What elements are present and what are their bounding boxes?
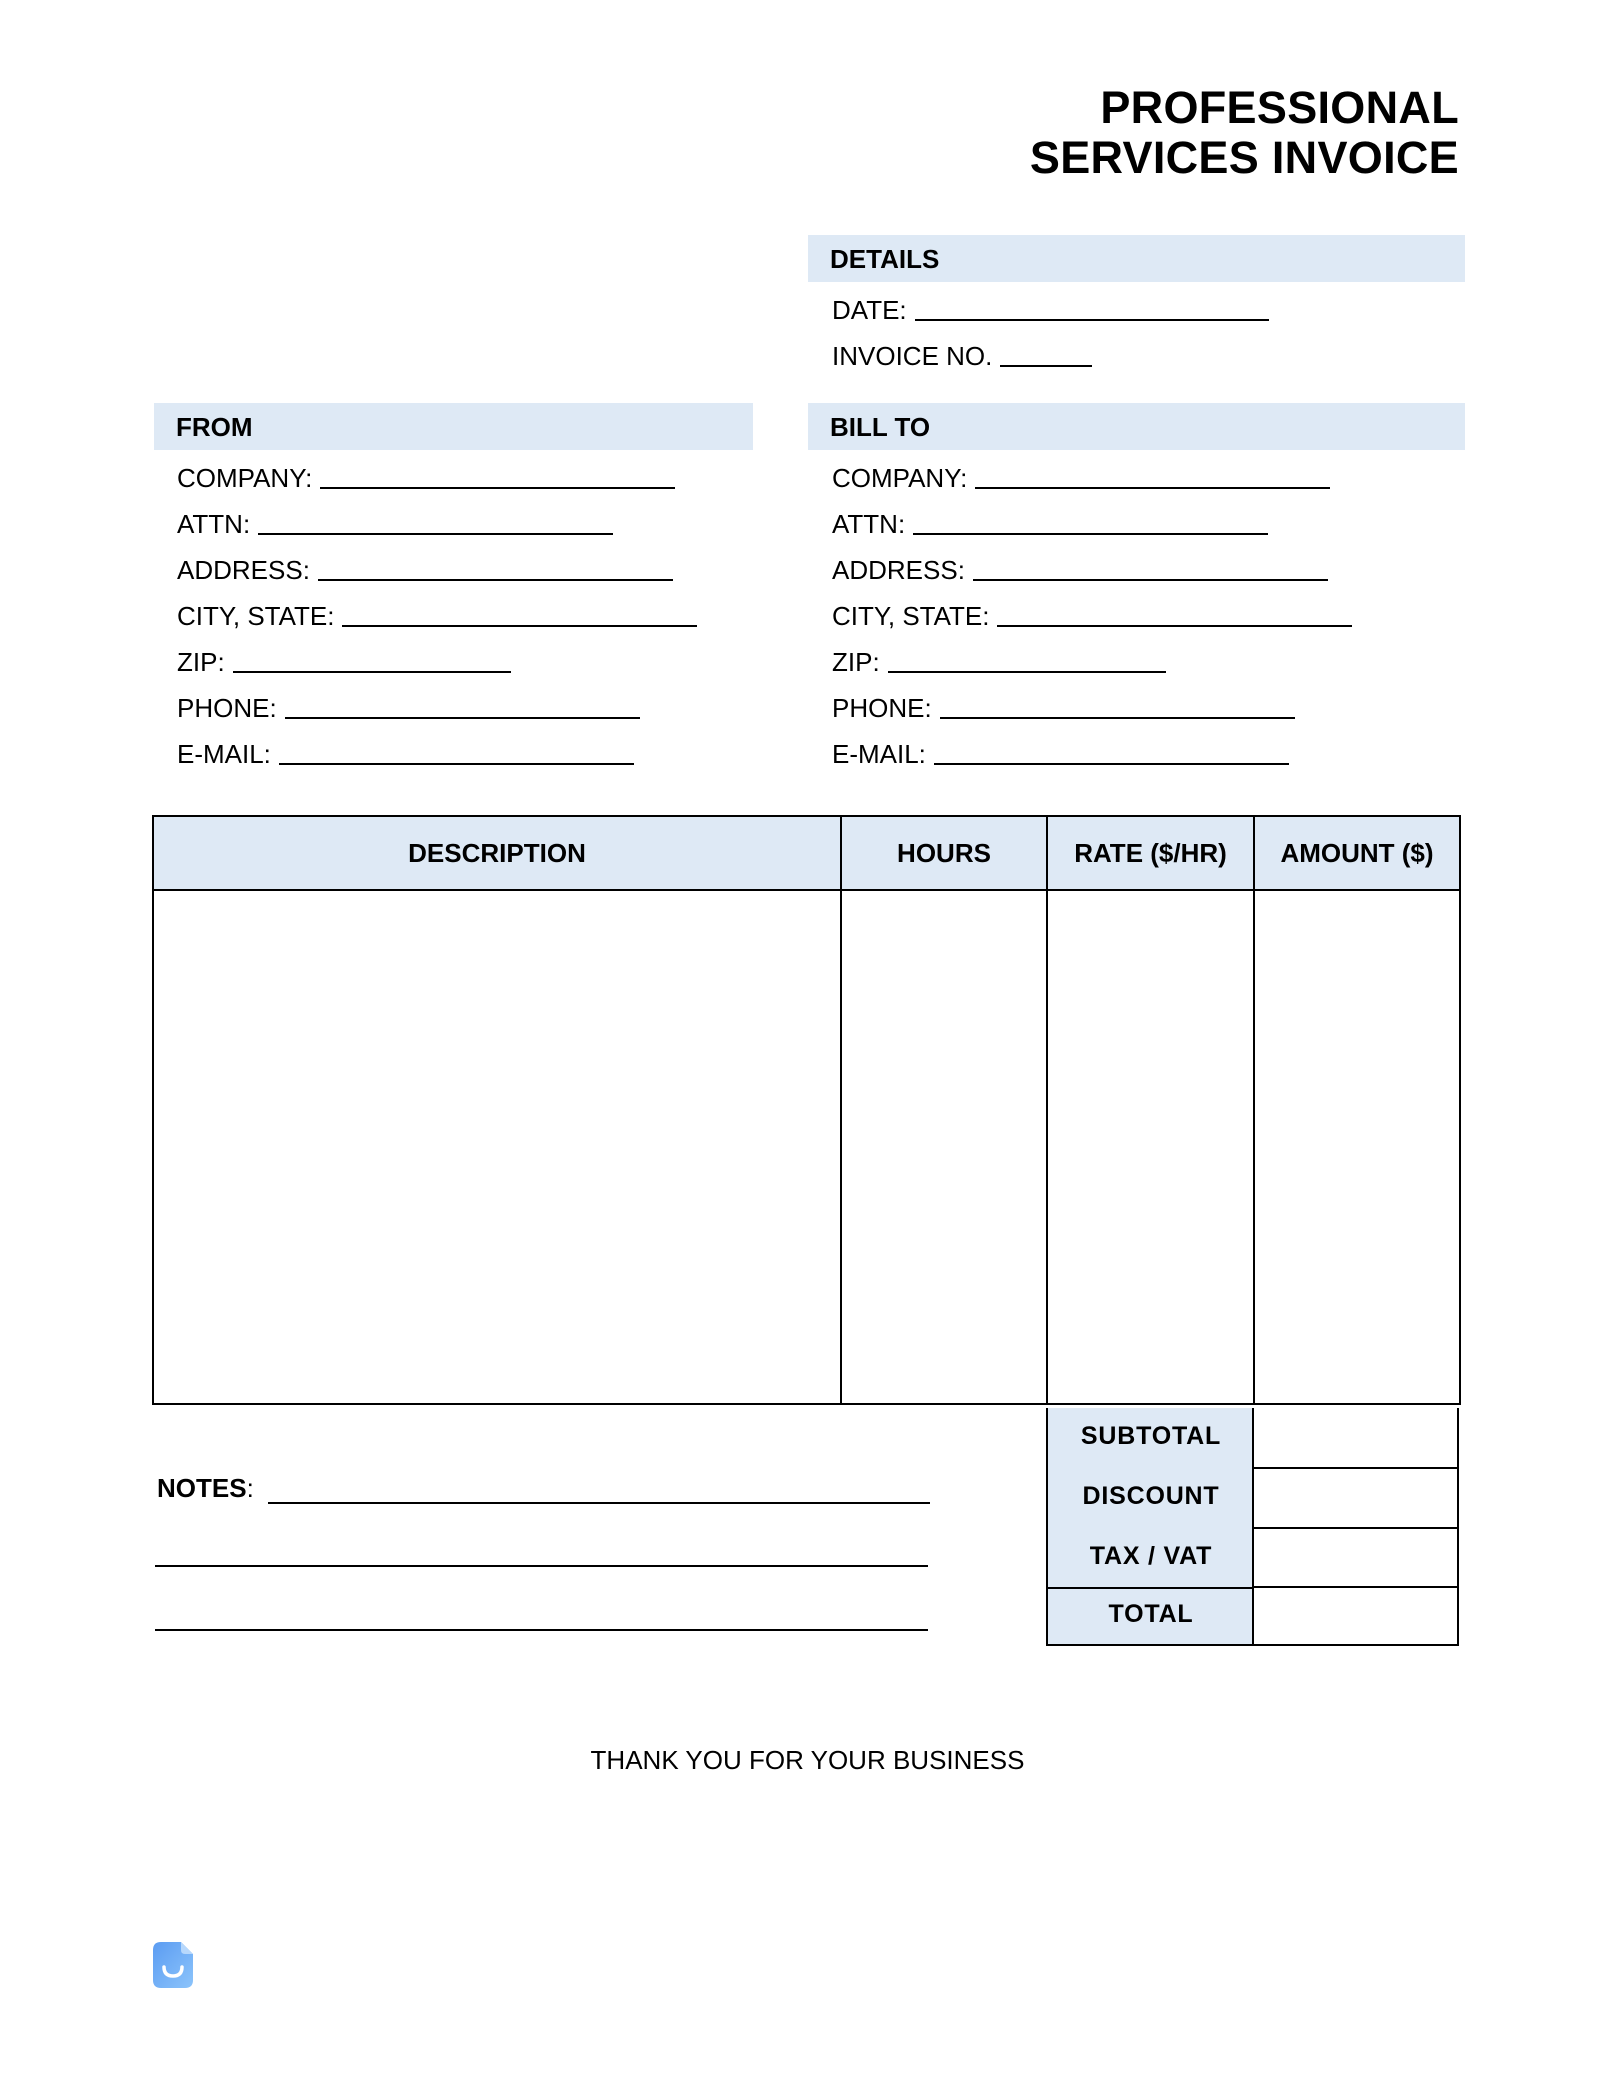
column-header-amount: AMOUNT ($) (1253, 815, 1461, 891)
column-header-hours: HOURS (840, 815, 1048, 891)
thank-you-message: THANK YOU FOR YOUR BUSINESS (590, 1745, 1025, 1775)
from-heading: FROM (176, 412, 253, 442)
total-label: TOTAL (1108, 1600, 1194, 1628)
bill-to-zip-label: ZIP: (832, 647, 880, 677)
from-company-label: COMPANY: (177, 463, 313, 493)
from-city-state-label: CITY, STATE: (177, 601, 335, 631)
bill-to-header: BILL TO (808, 403, 1465, 450)
from-attn-field: ATTN: (177, 496, 614, 542)
bill-to-zip-input[interactable] (887, 671, 1166, 673)
details-heading: DETAILS (830, 244, 940, 274)
notes-label-group: NOTES: (157, 1473, 254, 1504)
from-zip-input[interactable] (232, 671, 511, 673)
bill-to-phone-label: PHONE: (832, 693, 932, 723)
bill-to-attn-label: ATTN: (832, 509, 906, 539)
total-divider (1048, 1587, 1254, 1589)
from-company-field: COMPANY: (177, 450, 676, 496)
table-header-row: DESCRIPTION HOURS RATE ($/HR) AMOUNT ($) (152, 815, 1461, 891)
totals-label-column: SUBTOTAL DISCOUNT TAX / VAT TOTAL (1046, 1408, 1254, 1646)
invoice-title-line2: SERVICES INVOICE (1029, 132, 1459, 183)
notes-line-2[interactable] (155, 1565, 928, 1567)
bill-to-city-state-field: CITY, STATE: (832, 588, 1353, 634)
invoice-no-label: INVOICE NO. (832, 341, 993, 371)
invoice-title-line1: PROFESSIONAL (1100, 82, 1459, 133)
bill-to-phone-input[interactable] (939, 717, 1295, 719)
bill-to-email-field: E-MAIL: (832, 726, 1289, 772)
total-value[interactable] (1254, 1588, 1457, 1644)
date-field: DATE: (832, 282, 1269, 328)
from-address-label: ADDRESS: (177, 555, 310, 585)
subtotal-value[interactable] (1254, 1408, 1457, 1469)
description-cell[interactable] (152, 889, 842, 1405)
from-attn-input[interactable] (258, 533, 614, 535)
bill-to-address-label: ADDRESS: (832, 555, 965, 585)
bill-to-address-input[interactable] (972, 579, 1328, 581)
bill-to-attn-field: ATTN: (832, 496, 1269, 542)
bill-to-city-state-label: CITY, STATE: (832, 601, 990, 631)
bill-to-heading: BILL TO (830, 412, 931, 442)
from-attn-label: ATTN: (177, 509, 251, 539)
from-company-input[interactable] (320, 487, 676, 489)
hours-cell[interactable] (840, 889, 1048, 1405)
bill-to-phone-field: PHONE: (832, 680, 1295, 726)
bill-to-company-label: COMPANY: (832, 463, 968, 493)
bill-to-email-label: E-MAIL: (832, 739, 926, 769)
table-row (152, 889, 1461, 1405)
notes-line-1[interactable] (268, 1502, 930, 1504)
from-phone-label: PHONE: (177, 693, 277, 723)
column-header-description: DESCRIPTION (152, 815, 842, 891)
from-email-input[interactable] (278, 763, 634, 765)
bill-to-email-input[interactable] (933, 763, 1289, 765)
invoice-no-input[interactable] (1000, 365, 1093, 367)
column-header-rate: RATE ($/HR) (1046, 815, 1255, 891)
amount-cell[interactable] (1253, 889, 1461, 1405)
line-items-table: DESCRIPTION HOURS RATE ($/HR) AMOUNT ($) (152, 815, 1461, 1405)
from-email-field: E-MAIL: (177, 726, 634, 772)
bill-to-company-input[interactable] (975, 487, 1331, 489)
bill-to-attn-input[interactable] (913, 533, 1269, 535)
from-zip-field: ZIP: (177, 634, 511, 680)
rate-cell[interactable] (1046, 889, 1255, 1405)
notes-label: NOTES (157, 1473, 247, 1503)
notes-colon: : (246, 1473, 254, 1503)
from-city-state-field: CITY, STATE: (177, 588, 698, 634)
bill-to-address-field: ADDRESS: (832, 542, 1328, 588)
totals-value-column (1252, 1408, 1459, 1646)
tax-vat-value[interactable] (1254, 1529, 1457, 1588)
from-address-field: ADDRESS: (177, 542, 673, 588)
from-phone-input[interactable] (284, 717, 640, 719)
invoice-no-field: INVOICE NO. (832, 328, 1093, 374)
date-label: DATE: (832, 295, 907, 325)
totals-summary: SUBTOTAL DISCOUNT TAX / VAT TOTAL (1046, 1408, 1459, 1646)
date-input[interactable] (914, 319, 1269, 321)
bill-to-zip-field: ZIP: (832, 634, 1166, 680)
notes-line-3[interactable] (155, 1629, 928, 1631)
discount-label: DISCOUNT (1082, 1482, 1220, 1510)
smiling-document-icon (153, 1942, 193, 1988)
from-email-label: E-MAIL: (177, 739, 271, 769)
from-address-input[interactable] (317, 579, 673, 581)
from-header: FROM (154, 403, 753, 450)
bill-to-company-field: COMPANY: (832, 450, 1331, 496)
discount-value[interactable] (1254, 1469, 1457, 1529)
tax-vat-label: TAX / VAT (1089, 1542, 1213, 1570)
from-city-state-input[interactable] (342, 625, 698, 627)
bill-to-city-state-input[interactable] (997, 625, 1353, 627)
from-zip-label: ZIP: (177, 647, 225, 677)
subtotal-label: SUBTOTAL (1080, 1422, 1222, 1450)
details-header: DETAILS (808, 235, 1465, 282)
from-phone-field: PHONE: (177, 680, 640, 726)
